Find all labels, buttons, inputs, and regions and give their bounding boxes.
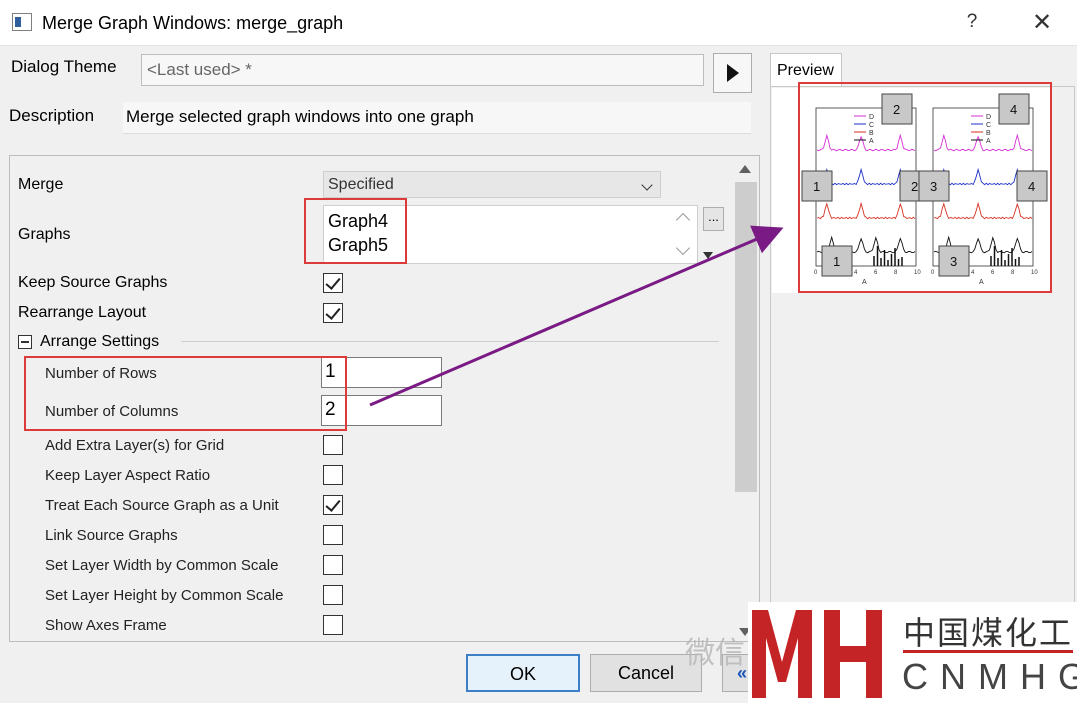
ok-button[interactable]: OK (466, 654, 580, 692)
wechat-watermark: 微信 (685, 637, 745, 670)
logo-chinese-text: 中国煤化工 (903, 615, 1074, 651)
logo-divider (903, 650, 1073, 653)
mh-logo-mark (752, 610, 882, 698)
logo-english-text: CNMHG (902, 656, 1077, 697)
annotation-arrow (369, 225, 784, 407)
